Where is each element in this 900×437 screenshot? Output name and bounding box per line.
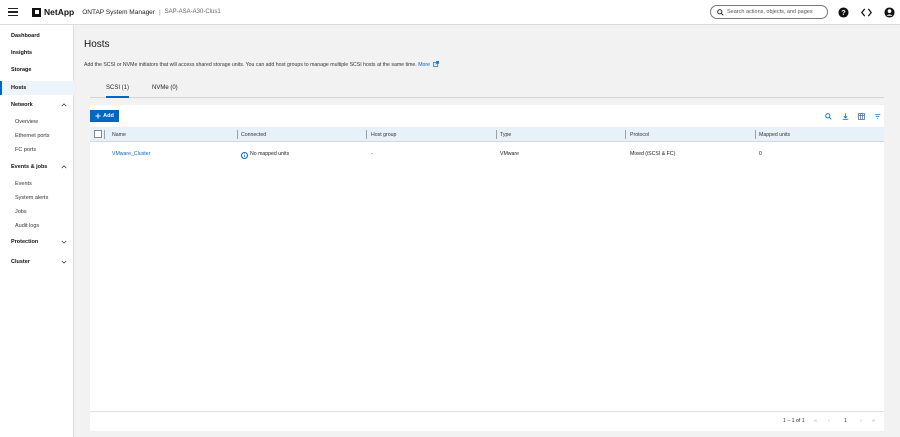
plus-icon bbox=[95, 113, 101, 119]
current-page[interactable]: 1 bbox=[844, 418, 847, 424]
sidebar-item-storage[interactable]: Storage bbox=[0, 63, 74, 77]
connected-cell: i No mapped units bbox=[241, 151, 289, 159]
column-header-protocol[interactable]: Protocol bbox=[630, 132, 649, 138]
connected-status: No mapped units bbox=[250, 151, 290, 157]
app-name: ONTAP System Manager bbox=[82, 8, 155, 16]
sidebar-item-fc-ports[interactable]: FC ports bbox=[0, 143, 74, 157]
page-description: Add the SCSI or NVMe initiators that wil… bbox=[84, 61, 440, 68]
code-icon[interactable] bbox=[860, 6, 872, 18]
columns-icon[interactable] bbox=[857, 112, 865, 120]
search-icon[interactable] bbox=[824, 112, 832, 120]
next-page-icon[interactable]: › bbox=[860, 418, 862, 424]
column-divider[interactable] bbox=[366, 130, 367, 139]
column-divider[interactable] bbox=[755, 130, 756, 139]
sidebar-item-overview[interactable]: Overview bbox=[0, 115, 74, 129]
help-icon[interactable]: ? bbox=[837, 6, 849, 18]
column-header-type[interactable]: Type bbox=[500, 132, 511, 138]
select-all-checkbox[interactable] bbox=[94, 130, 102, 138]
mapped-units-cell: 0 bbox=[759, 151, 762, 157]
user-avatar-icon[interactable] bbox=[883, 6, 895, 18]
netapp-logo-mark bbox=[32, 7, 41, 17]
cluster-name: SAP-ASA-A30-Clus1 bbox=[164, 9, 221, 15]
search-icon bbox=[717, 8, 724, 16]
sidebar-item-events[interactable]: Events bbox=[0, 177, 74, 191]
pagination: 1 – 1 of 1 « ‹ 1 › » bbox=[90, 411, 884, 431]
description-text: Add the SCSI or NVMe initiators that wil… bbox=[84, 62, 417, 68]
sidebar-item-audit-logs[interactable]: Audit logs bbox=[0, 219, 74, 233]
column-header-connected[interactable]: Connected bbox=[241, 132, 266, 138]
hosts-table-card: Add Name Connected Host group Type Proto… bbox=[90, 105, 884, 431]
column-divider[interactable] bbox=[237, 130, 238, 139]
sidebar-item-insights[interactable]: Insights bbox=[0, 46, 74, 60]
chevron-down-icon bbox=[61, 260, 67, 264]
table-row: VMware_Cluster i No mapped units - VMware… bbox=[90, 146, 884, 162]
sidebar-item-cluster[interactable]: Cluster bbox=[0, 255, 74, 269]
column-divider[interactable] bbox=[496, 130, 497, 139]
add-button[interactable]: Add bbox=[90, 110, 119, 122]
column-header-mapped-units[interactable]: Mapped units bbox=[759, 132, 790, 138]
chevron-up-icon bbox=[61, 165, 67, 169]
download-icon[interactable] bbox=[841, 112, 849, 120]
sidebar-item-network[interactable]: Network bbox=[0, 98, 74, 112]
search-box[interactable] bbox=[710, 5, 828, 19]
svg-text:?: ? bbox=[841, 7, 846, 16]
column-header-host-group[interactable]: Host group bbox=[371, 132, 396, 138]
sidebar-item-hosts[interactable]: Hosts bbox=[0, 81, 74, 95]
last-page-icon[interactable]: » bbox=[872, 418, 875, 424]
logo-text: NetApp bbox=[44, 7, 75, 17]
sidebar-item-protection[interactable]: Protection bbox=[0, 235, 74, 249]
page-title: Hosts bbox=[84, 39, 110, 50]
title-separator: | bbox=[158, 8, 161, 16]
external-link-icon bbox=[433, 61, 440, 67]
sidebar: Dashboard Insights Storage Hosts Network… bbox=[0, 25, 74, 437]
host-group-cell: - bbox=[371, 151, 373, 157]
main-content: Hosts Add the SCSI or NVMe initiators th… bbox=[74, 25, 900, 437]
add-button-label: Add bbox=[103, 113, 114, 119]
netapp-logo[interactable]: NetApp bbox=[32, 7, 74, 17]
type-cell: VMware bbox=[500, 151, 520, 157]
menu-icon[interactable] bbox=[8, 8, 18, 16]
chevron-up-icon bbox=[61, 103, 67, 107]
sidebar-item-dashboard[interactable]: Dashboard bbox=[0, 29, 74, 43]
pagination-range: 1 – 1 of 1 bbox=[783, 418, 805, 424]
first-page-icon[interactable]: « bbox=[814, 418, 817, 424]
chevron-down-icon bbox=[61, 240, 67, 244]
host-name-link[interactable]: VMware_Cluster bbox=[112, 151, 150, 157]
tab-nvme[interactable]: NVMe (0) bbox=[152, 85, 178, 91]
sidebar-item-jobs[interactable]: Jobs bbox=[0, 205, 74, 219]
sidebar-item-events-jobs[interactable]: Events & jobs bbox=[0, 160, 74, 174]
protocol-cell: Mixed (iSCSI & FC) bbox=[630, 151, 676, 157]
column-header-name[interactable]: Name bbox=[112, 132, 126, 138]
column-divider bbox=[104, 130, 105, 139]
more-link[interactable]: More bbox=[418, 61, 440, 68]
search-input[interactable] bbox=[727, 9, 827, 15]
tab-scsi[interactable]: SCSI (1) bbox=[106, 85, 130, 98]
tab-bar: SCSI (1) NVMe (0) bbox=[90, 81, 884, 98]
sidebar-item-system-alerts[interactable]: System alerts bbox=[0, 191, 74, 205]
info-icon: i bbox=[241, 151, 248, 159]
top-bar: NetApp ONTAP System Manager | SAP-ASA-A3… bbox=[0, 0, 900, 25]
sidebar-item-ethernet-ports[interactable]: Ethernet ports bbox=[0, 129, 74, 143]
column-divider[interactable] bbox=[625, 130, 626, 139]
filter-icon[interactable] bbox=[873, 112, 881, 120]
table-header: Name Connected Host group Type Protocol … bbox=[90, 127, 884, 142]
previous-page-icon[interactable]: ‹ bbox=[828, 418, 830, 424]
